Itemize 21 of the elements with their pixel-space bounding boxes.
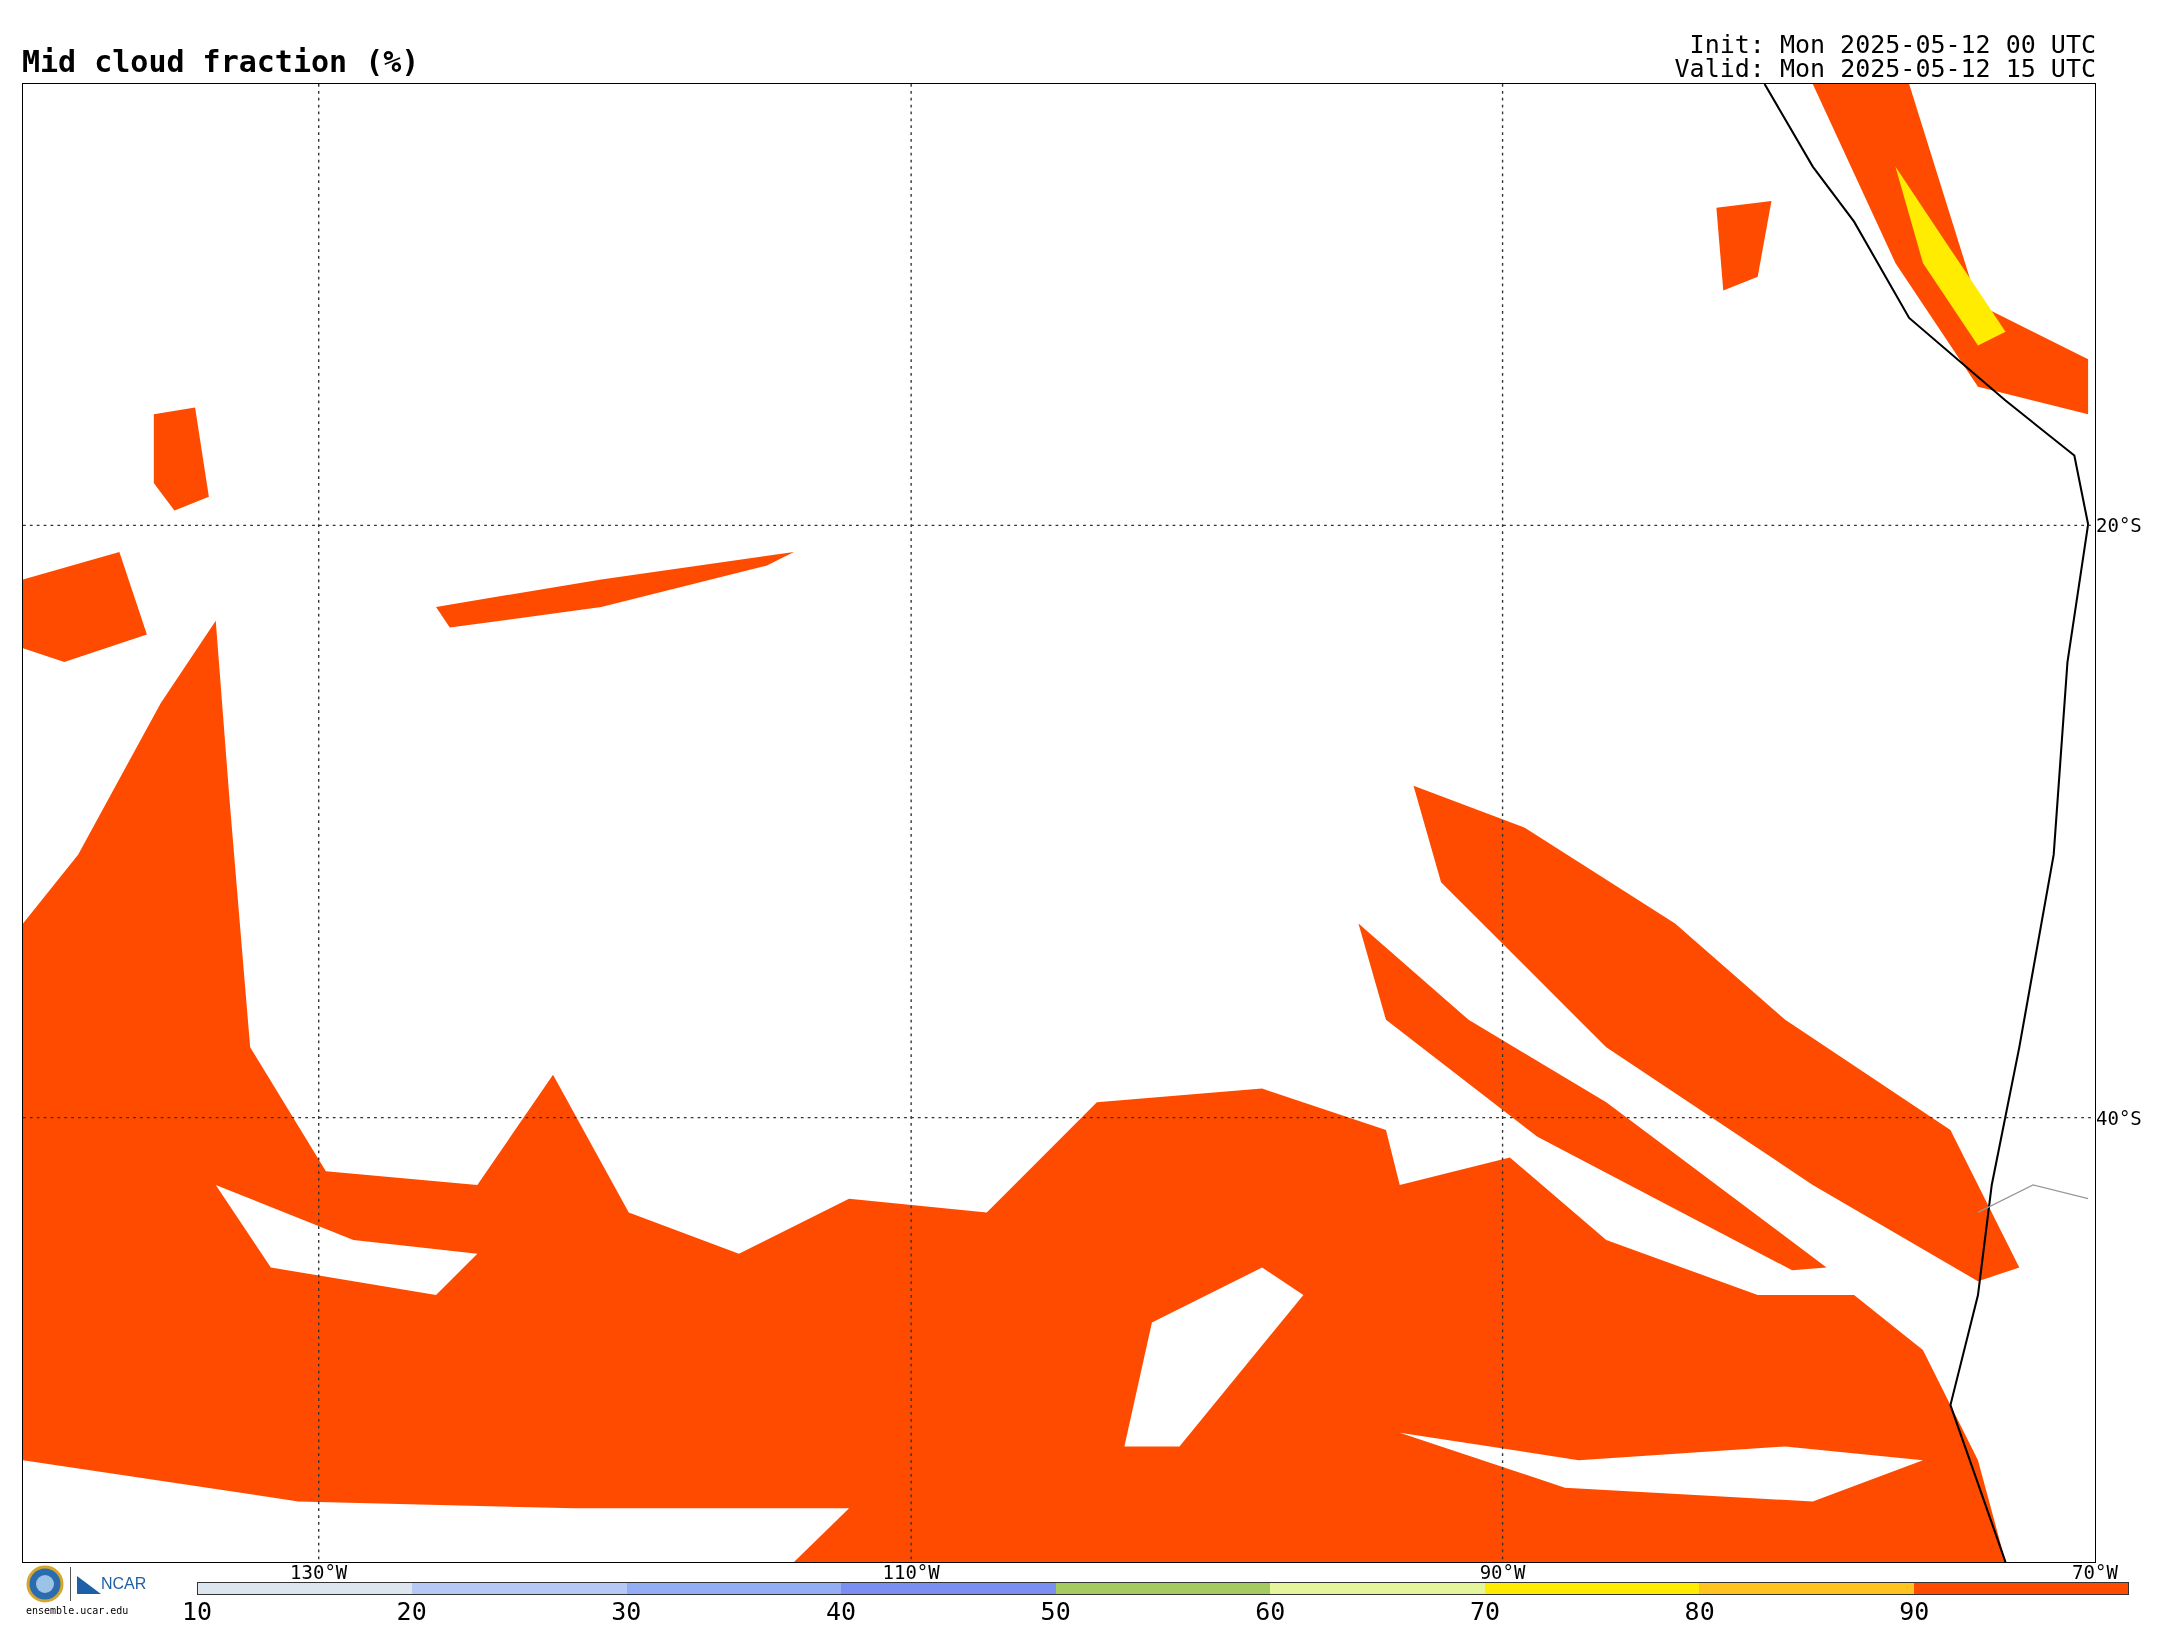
colorbar-tick-label: 30	[611, 1599, 642, 1624]
colorbar-tick-label: 90	[1899, 1599, 1930, 1624]
init-time: Init: Mon 2025-05-12 00 UTC	[1689, 33, 2096, 57]
colorbar-tick-label: 60	[1255, 1599, 1286, 1624]
logo-text: NCAR	[101, 1574, 147, 1594]
colorbar-tick-label: 40	[825, 1599, 857, 1624]
colorbar-tick-label: 70	[1469, 1599, 1501, 1624]
valid-time: Valid: Mon 2025-05-12 15 UTC	[1674, 57, 2096, 81]
colorbar-tick-label: 50	[1040, 1599, 1071, 1624]
emblem-icon	[26, 1565, 64, 1603]
chart-title: Mid cloud fraction (%)	[22, 47, 420, 77]
colorbar-tick-label: 10	[181, 1599, 213, 1624]
latitude-label: 20°S	[2096, 515, 2142, 535]
colorbar-tick-label: 80	[1684, 1599, 1715, 1624]
longitude-label: 90°W	[1478, 1563, 1527, 1582]
latitude-label: 40°S	[2096, 1108, 2142, 1128]
colorbar-tick-label: 20	[396, 1599, 427, 1624]
longitude-label: 70°W	[2071, 1563, 2119, 1582]
longitude-label: 130°W	[289, 1563, 349, 1582]
logo-icon	[77, 1574, 101, 1594]
longitude-label: 110°W	[881, 1563, 941, 1582]
